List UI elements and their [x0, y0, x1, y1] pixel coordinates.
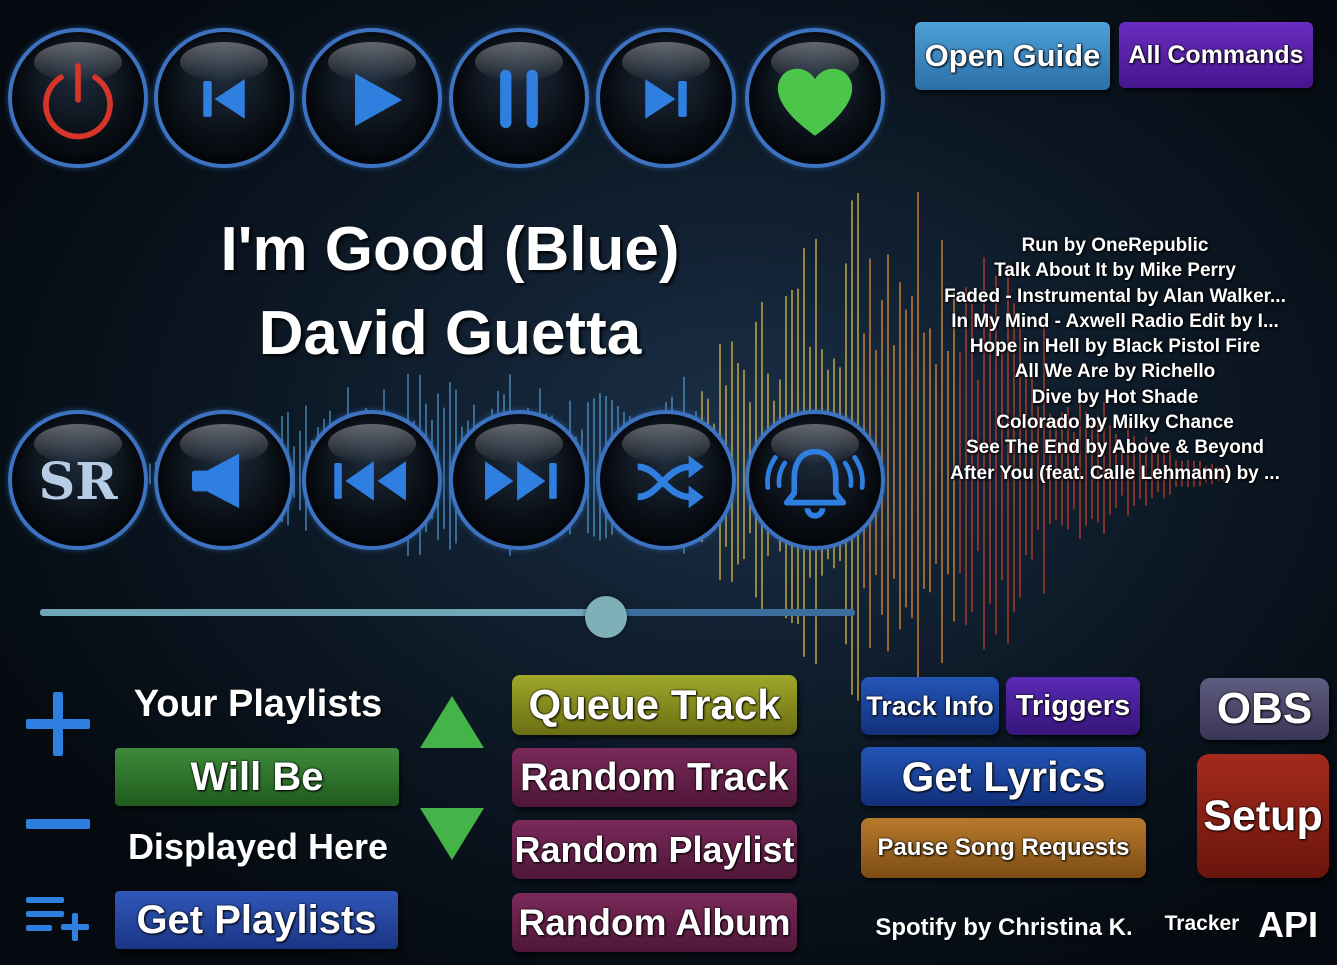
- svg-text:SR: SR: [38, 452, 118, 512]
- pause-icon: [500, 69, 538, 129]
- song-requests-button[interactable]: SR: [8, 410, 148, 550]
- artist-name: David Guetta: [258, 299, 642, 368]
- like-button[interactable]: [745, 28, 885, 168]
- setup-button[interactable]: Setup: [1197, 754, 1329, 878]
- random-track-button[interactable]: Random Track: [512, 748, 797, 807]
- tracker-link[interactable]: Tracker: [1164, 912, 1240, 936]
- power-button[interactable]: [8, 28, 148, 168]
- pause-song-requests-button[interactable]: Pause Song Requests: [861, 818, 1146, 878]
- track-info-button[interactable]: Track Info: [861, 677, 999, 735]
- rewind-button[interactable]: [302, 410, 442, 550]
- credit-text: Spotify by Christina K.: [875, 914, 1133, 941]
- bell-icon: [765, 448, 865, 519]
- fast-forward-icon: [485, 461, 557, 501]
- arrow-down-icon[interactable]: [418, 806, 486, 862]
- previous-button[interactable]: [154, 28, 294, 168]
- random-playlist-button[interactable]: Random Playlist: [512, 820, 797, 879]
- playlist-select-button[interactable]: Will Be: [115, 748, 399, 806]
- shuffle-icon: [637, 455, 704, 509]
- playlist-add-icon[interactable]: [24, 893, 92, 943]
- playlists-label-line3: Displayed Here: [127, 826, 389, 867]
- all-commands-button[interactable]: All Commands: [1119, 22, 1313, 88]
- queue-item: Hope in Hell by Black Pistol Fire: [969, 336, 1261, 358]
- rewind-icon: [334, 461, 406, 501]
- api-link[interactable]: API: [1250, 904, 1326, 946]
- open-guide-button[interactable]: Open Guide: [915, 22, 1110, 90]
- skip-back-icon: [203, 79, 245, 119]
- progress-track[interactable]: [40, 609, 855, 616]
- queue-item: Talk About It by Mike Perry: [994, 260, 1236, 282]
- pause-button[interactable]: [449, 28, 589, 168]
- queue-item: Dive by Hot Shade: [1031, 386, 1199, 408]
- obs-button[interactable]: OBS: [1200, 678, 1329, 740]
- play-button[interactable]: [302, 28, 442, 168]
- queue-track-button[interactable]: Queue Track: [512, 675, 797, 735]
- get-lyrics-button[interactable]: Get Lyrics: [861, 747, 1146, 806]
- playlists-label-line1: Your Playlists: [133, 683, 383, 725]
- queue-list: Run by OneRepublic Talk About It by Mike …: [900, 233, 1330, 486]
- random-album-button[interactable]: Random Album: [512, 893, 797, 952]
- queue-item: See The End by Above & Beyond: [965, 437, 1265, 459]
- get-playlists-button[interactable]: Get Playlists: [115, 891, 398, 949]
- heart-icon: [777, 68, 853, 136]
- queue-item: Run by OneRepublic: [1021, 235, 1209, 256]
- triggers-button[interactable]: Triggers: [1006, 677, 1140, 735]
- queue-item: All We Are by Richello: [1014, 361, 1216, 383]
- queue-item: Colorado by Milky Chance: [996, 412, 1234, 434]
- queue-item: Faded - Instrumental by Alan Walker...: [944, 285, 1286, 307]
- queue-item: After You (feat. Calle Lehmann) by ...: [950, 462, 1280, 484]
- skip-forward-icon: [645, 79, 687, 119]
- track-title: I'm Good (Blue): [220, 215, 680, 284]
- speaker-icon: [191, 453, 240, 509]
- minus-icon[interactable]: [26, 816, 92, 832]
- next-button[interactable]: [596, 28, 736, 168]
- plus-icon[interactable]: [24, 690, 92, 758]
- volume-button[interactable]: [154, 410, 294, 550]
- progress-fill: [40, 609, 607, 616]
- shuffle-button[interactable]: [596, 410, 736, 550]
- fast-forward-button[interactable]: [449, 410, 589, 550]
- queue-item: In My Mind - Axwell Radio Edit by I...: [951, 310, 1279, 332]
- sr-icon: SR: [38, 452, 118, 512]
- play-icon: [355, 73, 403, 127]
- notify-button[interactable]: [745, 410, 885, 550]
- arrow-up-icon[interactable]: [418, 694, 486, 750]
- power-icon: [43, 63, 113, 140]
